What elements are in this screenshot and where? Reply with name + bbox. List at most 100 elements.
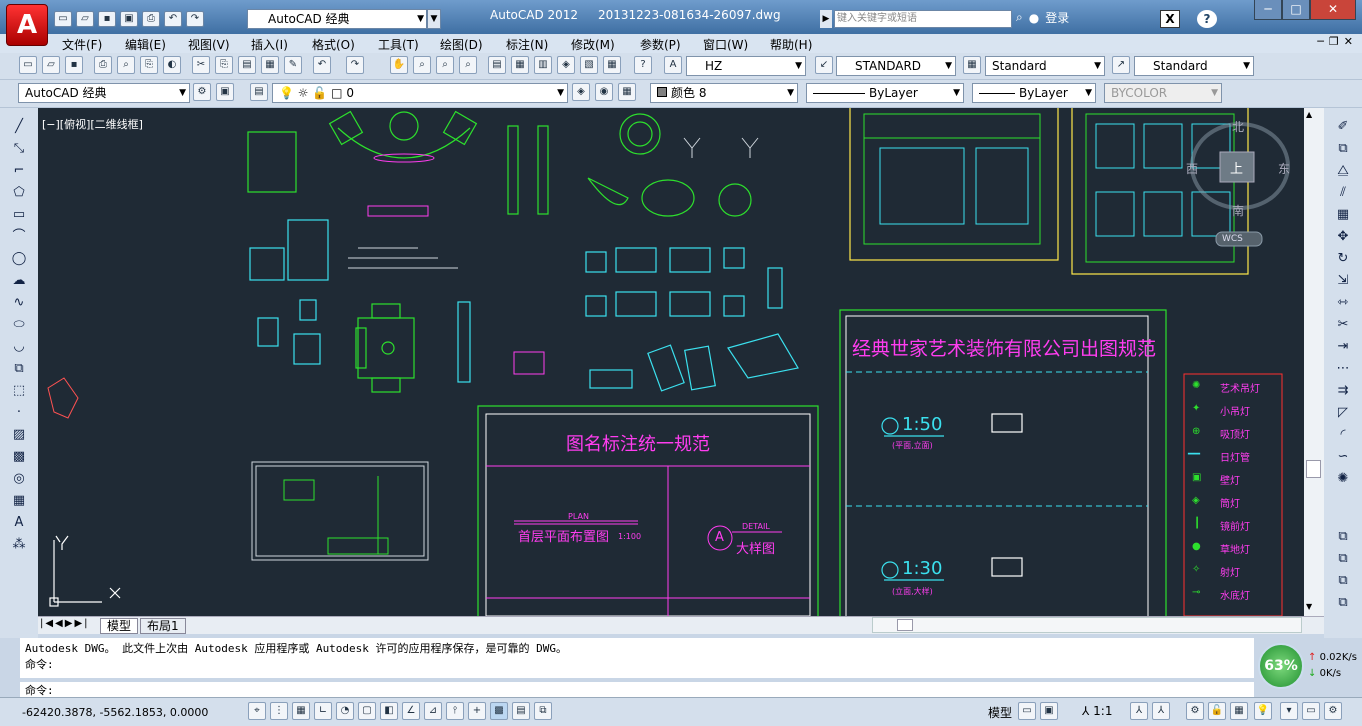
tool-palettes-icon[interactable]: ▥: [534, 56, 552, 74]
design-center-icon[interactable]: ▦: [511, 56, 529, 74]
undo-icon[interactable]: ↶: [313, 56, 331, 74]
menu-dimension[interactable]: 标注(N): [506, 36, 548, 53]
login-button[interactable]: 登录: [1045, 9, 1069, 26]
rectangle-icon[interactable]: ▭: [10, 206, 28, 224]
search-input[interactable]: 键入关键字或短语: [834, 10, 1012, 28]
print-icon[interactable]: ⎙: [142, 11, 160, 27]
mirror-icon[interactable]: ⧋: [1334, 162, 1352, 180]
object-snap-tracking-icon[interactable]: ∠: [402, 702, 420, 720]
revision-cloud-icon[interactable]: ☁: [10, 272, 28, 290]
annotation-visibility-icon[interactable]: ⅄: [1130, 702, 1148, 720]
menu-view[interactable]: 视图(V): [188, 36, 230, 53]
vertical-scrollbar[interactable]: ▲ ▼: [1304, 108, 1324, 616]
clean-screen-icon[interactable]: ▣: [216, 83, 234, 101]
layer-properties-icon[interactable]: ▤: [250, 83, 268, 101]
open-icon[interactable]: ▱: [42, 56, 60, 74]
viewcube-top-face[interactable]: 上: [1230, 158, 1243, 177]
stretch-icon[interactable]: ⇿: [1334, 294, 1352, 312]
plot-preview-icon[interactable]: ⌕: [117, 56, 135, 74]
clean-screen-icon[interactable]: ▭: [1302, 702, 1320, 720]
match-properties-icon[interactable]: ▦: [261, 56, 279, 74]
erase-icon[interactable]: ✐: [1334, 118, 1352, 136]
save-as-icon[interactable]: ▣: [120, 11, 138, 27]
hardware-acceleration-icon[interactable]: ▦: [1230, 702, 1248, 720]
annotation-scale[interactable]: ⅄ 1:1: [1082, 704, 1112, 718]
ellipse-arc-icon[interactable]: ◡: [10, 338, 28, 356]
explode-icon[interactable]: ✺: [1334, 470, 1352, 488]
scale-icon[interactable]: ⇲: [1334, 272, 1352, 290]
menu-modify[interactable]: 修改(M): [571, 36, 615, 53]
trim-icon[interactable]: ✂: [1334, 316, 1352, 334]
layer-previous-icon[interactable]: ◉: [595, 83, 613, 101]
menu-parameter[interactable]: 参数(P): [640, 36, 681, 53]
arc-icon[interactable]: ⌒: [10, 228, 28, 246]
layer-select[interactable]: 💡 ☼ 🔓 □ 0 ▼: [272, 83, 568, 103]
3d-object-snap-icon[interactable]: ◧: [380, 702, 398, 720]
open-file-icon[interactable]: ▱: [76, 11, 94, 27]
text-style-select[interactable]: HZ ▼: [686, 56, 806, 76]
new-file-icon[interactable]: ▭: [54, 11, 72, 27]
zoom-window-icon[interactable]: ⌕: [436, 56, 454, 74]
construction-line-icon[interactable]: ⤡: [10, 140, 28, 158]
draworder-below-icon[interactable]: ⧉: [1334, 594, 1352, 612]
redo-icon[interactable]: ↷: [346, 56, 364, 74]
paste-icon[interactable]: ▤: [238, 56, 256, 74]
spline-icon[interactable]: ∿: [10, 294, 28, 312]
make-block-icon[interactable]: ⬚: [10, 382, 28, 400]
table-style-icon[interactable]: ▦: [963, 56, 981, 74]
save-icon[interactable]: ▪: [65, 56, 83, 74]
mleader-style-select[interactable]: Standard ▼: [1134, 56, 1254, 76]
blend-icon[interactable]: ∽: [1334, 448, 1352, 466]
wcs-menu[interactable]: WCS: [1222, 234, 1243, 244]
redo-icon[interactable]: ↷: [186, 11, 204, 27]
ortho-mode-icon[interactable]: ∟: [314, 702, 332, 720]
grid-display-icon[interactable]: ▦: [292, 702, 310, 720]
fillet-icon[interactable]: ◜: [1334, 426, 1352, 444]
polygon-icon[interactable]: ⬠: [10, 184, 28, 202]
tab-layout1[interactable]: 布局1: [140, 618, 186, 634]
table-style-select[interactable]: Standard ▼: [985, 56, 1105, 76]
mleader-style-icon[interactable]: ↗: [1112, 56, 1130, 74]
ellipse-icon[interactable]: ⬭: [10, 316, 28, 334]
menu-edit[interactable]: 编辑(E): [125, 36, 166, 53]
plot-icon[interactable]: ⎙: [94, 56, 112, 74]
horizontal-scroll-thumb[interactable]: [897, 619, 913, 631]
menu-insert[interactable]: 插入(I): [251, 36, 288, 53]
array-icon[interactable]: ▦: [1334, 206, 1352, 224]
zoom-previous-icon[interactable]: ⌕: [459, 56, 477, 74]
horizontal-scrollbar[interactable]: [872, 617, 1302, 633]
viewcube-north[interactable]: 北: [1232, 118, 1244, 135]
document-window-controls[interactable]: ─❐✕: [1317, 35, 1358, 48]
quick-properties-icon[interactable]: ▤: [512, 702, 530, 720]
workspace-select[interactable]: AutoCAD 经典 ▼: [247, 9, 427, 29]
menu-file[interactable]: 文件(F): [62, 36, 102, 53]
transparency-icon[interactable]: ▩: [490, 702, 508, 720]
point-icon[interactable]: ·: [10, 404, 28, 422]
insert-block-icon[interactable]: ⧉: [10, 360, 28, 378]
polar-tracking-icon[interactable]: ◔: [336, 702, 354, 720]
copy-icon[interactable]: ⎘: [215, 56, 233, 74]
application-menu-button[interactable]: A: [6, 4, 48, 46]
cut-icon[interactable]: ✂: [192, 56, 210, 74]
drawing-canvas[interactable]: [−][俯视][二维线框] 北 东 南 西 上 WCS 经典世家艺术装饰有限公司…: [38, 108, 1304, 616]
add-selected-icon[interactable]: ⁂: [10, 536, 28, 554]
properties-icon[interactable]: ▤: [488, 56, 506, 74]
extend-icon[interactable]: ⇥: [1334, 338, 1352, 356]
settings-icon[interactable]: ⚙: [1324, 702, 1342, 720]
search-expand-button[interactable]: ▶: [820, 10, 832, 28]
help-icon[interactable]: ?: [634, 56, 652, 74]
gradient-icon[interactable]: ▩: [10, 448, 28, 466]
dynamic-ucs-icon[interactable]: ⊿: [424, 702, 442, 720]
rotate-icon[interactable]: ↻: [1334, 250, 1352, 268]
3d-dwf-icon[interactable]: ◐: [163, 56, 181, 74]
menu-tools[interactable]: 工具(T): [378, 36, 419, 53]
qat-customize-button[interactable]: ▼: [427, 9, 441, 29]
viewcube-east[interactable]: 东: [1278, 160, 1290, 177]
linetype-select[interactable]: ByLayer ▼: [806, 83, 964, 103]
selection-cycling-icon[interactable]: ⧉: [534, 702, 552, 720]
polyline-icon[interactable]: ⌐: [10, 162, 28, 180]
close-button[interactable]: ✕: [1310, 0, 1356, 20]
dim-style-select[interactable]: STANDARD ▼: [836, 56, 956, 76]
save-icon[interactable]: ▪: [98, 11, 116, 27]
lineweight-select[interactable]: ByLayer ▼: [972, 83, 1096, 103]
